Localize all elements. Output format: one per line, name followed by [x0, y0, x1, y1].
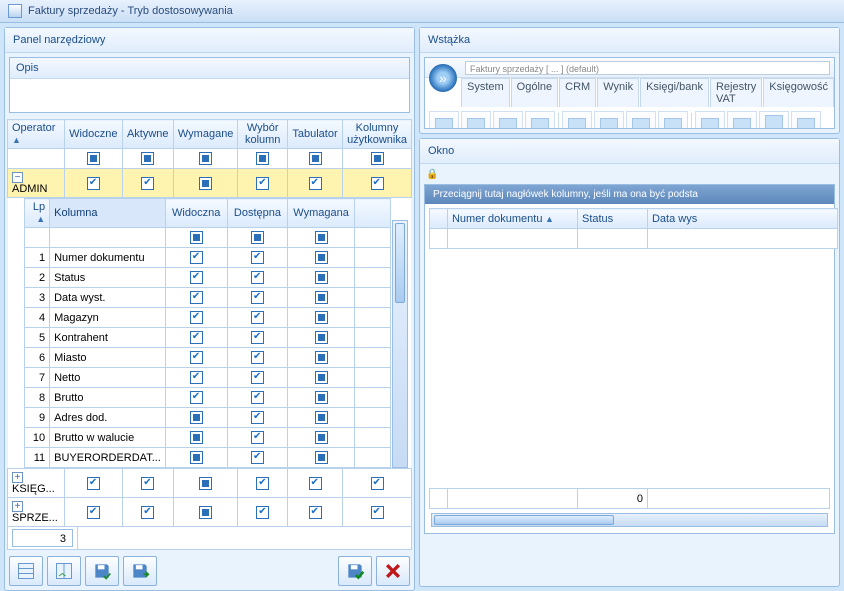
columns-grid[interactable]: Lp Kolumna Widoczna Dostępna Wymagana 1N… [24, 198, 392, 468]
subgrid: Lp Kolumna Widoczna Dostępna Wymagana 1N… [24, 198, 408, 468]
ribbon-button[interactable]: Podaj bank [759, 111, 789, 129]
ribbon-button[interactable]: Innyki [626, 111, 656, 129]
ribbon-button[interactable]: Wydruk [461, 111, 491, 129]
right-pane: Wstążka Faktury sprzedaży [ ... ] (defau… [419, 27, 840, 587]
opis-label: Opis [10, 58, 409, 79]
address-bar[interactable]: Faktury sprzedaży [ ... ] (default) [465, 61, 830, 75]
btn-confirm[interactable] [338, 556, 372, 586]
subgrid-row[interactable]: 7Netto [24, 368, 391, 388]
ribbon-preview[interactable]: Faktury sprzedaży [ ... ] (default) Syst… [424, 57, 835, 129]
filter-row[interactable] [8, 149, 412, 169]
row-admin[interactable]: −ADMIN [8, 169, 412, 198]
col-aktywne[interactable]: Aktywne [122, 120, 173, 149]
ribbon-tab[interactable]: Rejestry VAT [710, 78, 762, 107]
expand-icon[interactable]: − [12, 172, 23, 183]
subgrid-row[interactable]: 1Numer dokumentu [24, 248, 391, 268]
subgrid-row[interactable]: 8Brutto [24, 388, 391, 408]
ribbon-tabs[interactable]: SystemOgólneCRMWynikKsięgi/bankRejestry … [461, 78, 834, 107]
subgrid-row[interactable]: 4Magazyn [24, 308, 391, 328]
ribbon-button[interactable]: K [791, 111, 821, 129]
col-kolumnyuz[interactable]: Kolumny użytkownika [343, 120, 412, 149]
ribbon-buttons[interactable]: GazpruWydrukPodglądWyślij SMSAnalizyInnyk… [425, 107, 834, 129]
col-widoczne[interactable]: Widoczne [64, 120, 122, 149]
checkbox[interactable] [371, 177, 384, 190]
ribbon-button[interactable]: Gazpru [429, 111, 459, 129]
btn-save-1[interactable] [85, 556, 119, 586]
ribbon-tab[interactable]: Księgowość [763, 78, 834, 107]
wstazka-title: Wstążka [420, 28, 839, 53]
ribbon-button[interactable]: Funkcje [658, 111, 688, 129]
checkbox[interactable] [141, 177, 154, 190]
preview-col-1[interactable]: Numer dokumentu [447, 209, 577, 229]
scrollbar-thumb[interactable] [395, 223, 405, 303]
checkbox[interactable] [199, 177, 212, 190]
ribbon-button[interactable]: Analizy [594, 111, 624, 129]
orb-icon[interactable] [429, 64, 457, 92]
ribbon-tab[interactable]: CRM [559, 78, 596, 107]
preview-filter-row[interactable] [429, 229, 837, 249]
btn-layout-1[interactable] [9, 556, 43, 586]
col-wymagane[interactable]: Wymagane [173, 120, 238, 149]
col-wyborkol[interactable]: Wybór kolumn [238, 120, 287, 149]
scrollbar-thumb[interactable] [434, 515, 614, 525]
lock-icon: 🔒 [424, 167, 440, 182]
subgrid-row[interactable]: 3Data wyst. [24, 288, 391, 308]
subgrid-row[interactable]: 5Kontrahent [24, 328, 391, 348]
sub-filter-row[interactable] [24, 228, 391, 248]
left-footer [5, 552, 414, 590]
preview-col-2[interactable]: Status [577, 209, 647, 229]
row-sprze[interactable]: +SPRZE... [8, 498, 412, 527]
checkbox[interactable] [87, 177, 100, 190]
workspace: Panel narzędziowy Opis Operator Widoczne… [0, 23, 844, 591]
window-title: Faktury sprzedaży - Tryb dostosowywania [28, 5, 233, 17]
preview-rowhdr[interactable] [429, 209, 447, 229]
sub-col-kolumna[interactable]: Kolumna [50, 199, 166, 228]
preview-count: 0 [637, 493, 643, 505]
ribbon-button[interactable]: Wyślij [525, 111, 555, 129]
subgrid-row[interactable]: 2Status [24, 268, 391, 288]
ribbon-button[interactable]: Rozliczenia [727, 111, 757, 129]
expand-icon[interactable]: + [12, 472, 23, 483]
okno-h-scrollbar[interactable] [431, 513, 828, 527]
preview-grid[interactable]: Numer dokumentu Status Data wys [429, 208, 838, 249]
ribbon-button[interactable]: SMS [562, 111, 592, 129]
expand-icon[interactable]: + [12, 501, 23, 512]
btn-layout-2[interactable] [47, 556, 81, 586]
sub-col-widoczna[interactable]: Widoczna [165, 199, 227, 228]
checkbox[interactable] [256, 177, 269, 190]
window-titlebar: Faktury sprzedaży - Tryb dostosowywania [0, 0, 844, 23]
btn-close[interactable] [376, 556, 410, 586]
okno-panel: Okno 🔒 Przeciągnij tutaj nagłówek kolumn… [419, 138, 840, 587]
col-operator[interactable]: Operator [8, 120, 65, 149]
left-pane: Panel narzędziowy Opis Operator Widoczne… [4, 27, 415, 587]
checkbox[interactable] [309, 177, 322, 190]
sub-col-dostepna[interactable]: Dostępna [227, 199, 288, 228]
opis-box: Opis [9, 57, 410, 113]
subgrid-row[interactable]: 11BUYERORDERDAT... [24, 448, 391, 468]
operator-grid[interactable]: Operator Widoczne Aktywne Wymagane Wybór… [7, 119, 412, 527]
ribbon-tab[interactable]: Wynik [597, 78, 639, 107]
subgrid-row[interactable]: 10Brutto w walucie [24, 428, 391, 448]
sub-col-wymagana[interactable]: Wymagana [288, 199, 354, 228]
okno-title: Okno [420, 139, 839, 164]
subgrid-row[interactable]: 6Miasto [24, 348, 391, 368]
ribbon-button[interactable]: Dodawanie [695, 111, 725, 129]
row-count: 3 [12, 529, 73, 547]
left-panel-title: Panel narzędziowy [5, 28, 414, 53]
ribbon-button[interactable]: Podgląd [493, 111, 523, 129]
ribbon-tab[interactable]: Ogólne [511, 78, 558, 107]
group-bar[interactable]: Przeciągnij tutaj nagłówek kolumny, jeśl… [425, 185, 834, 204]
ribbon-tab[interactable]: System [461, 78, 510, 107]
app-icon [8, 4, 22, 18]
btn-save-2[interactable] [123, 556, 157, 586]
preview-col-3[interactable]: Data wys [647, 209, 837, 229]
subgrid-row[interactable]: 9Adres dod. [24, 408, 391, 428]
sub-col-blank[interactable] [354, 199, 391, 228]
row-ksieg[interactable]: +KSIĘG... [8, 469, 412, 498]
col-tabulator[interactable]: Tabulator [287, 120, 342, 149]
ribbon-tab[interactable]: Księgi/bank [640, 78, 709, 107]
subgrid-scrollbar[interactable] [392, 220, 408, 468]
sub-col-lp[interactable]: Lp [24, 199, 50, 228]
